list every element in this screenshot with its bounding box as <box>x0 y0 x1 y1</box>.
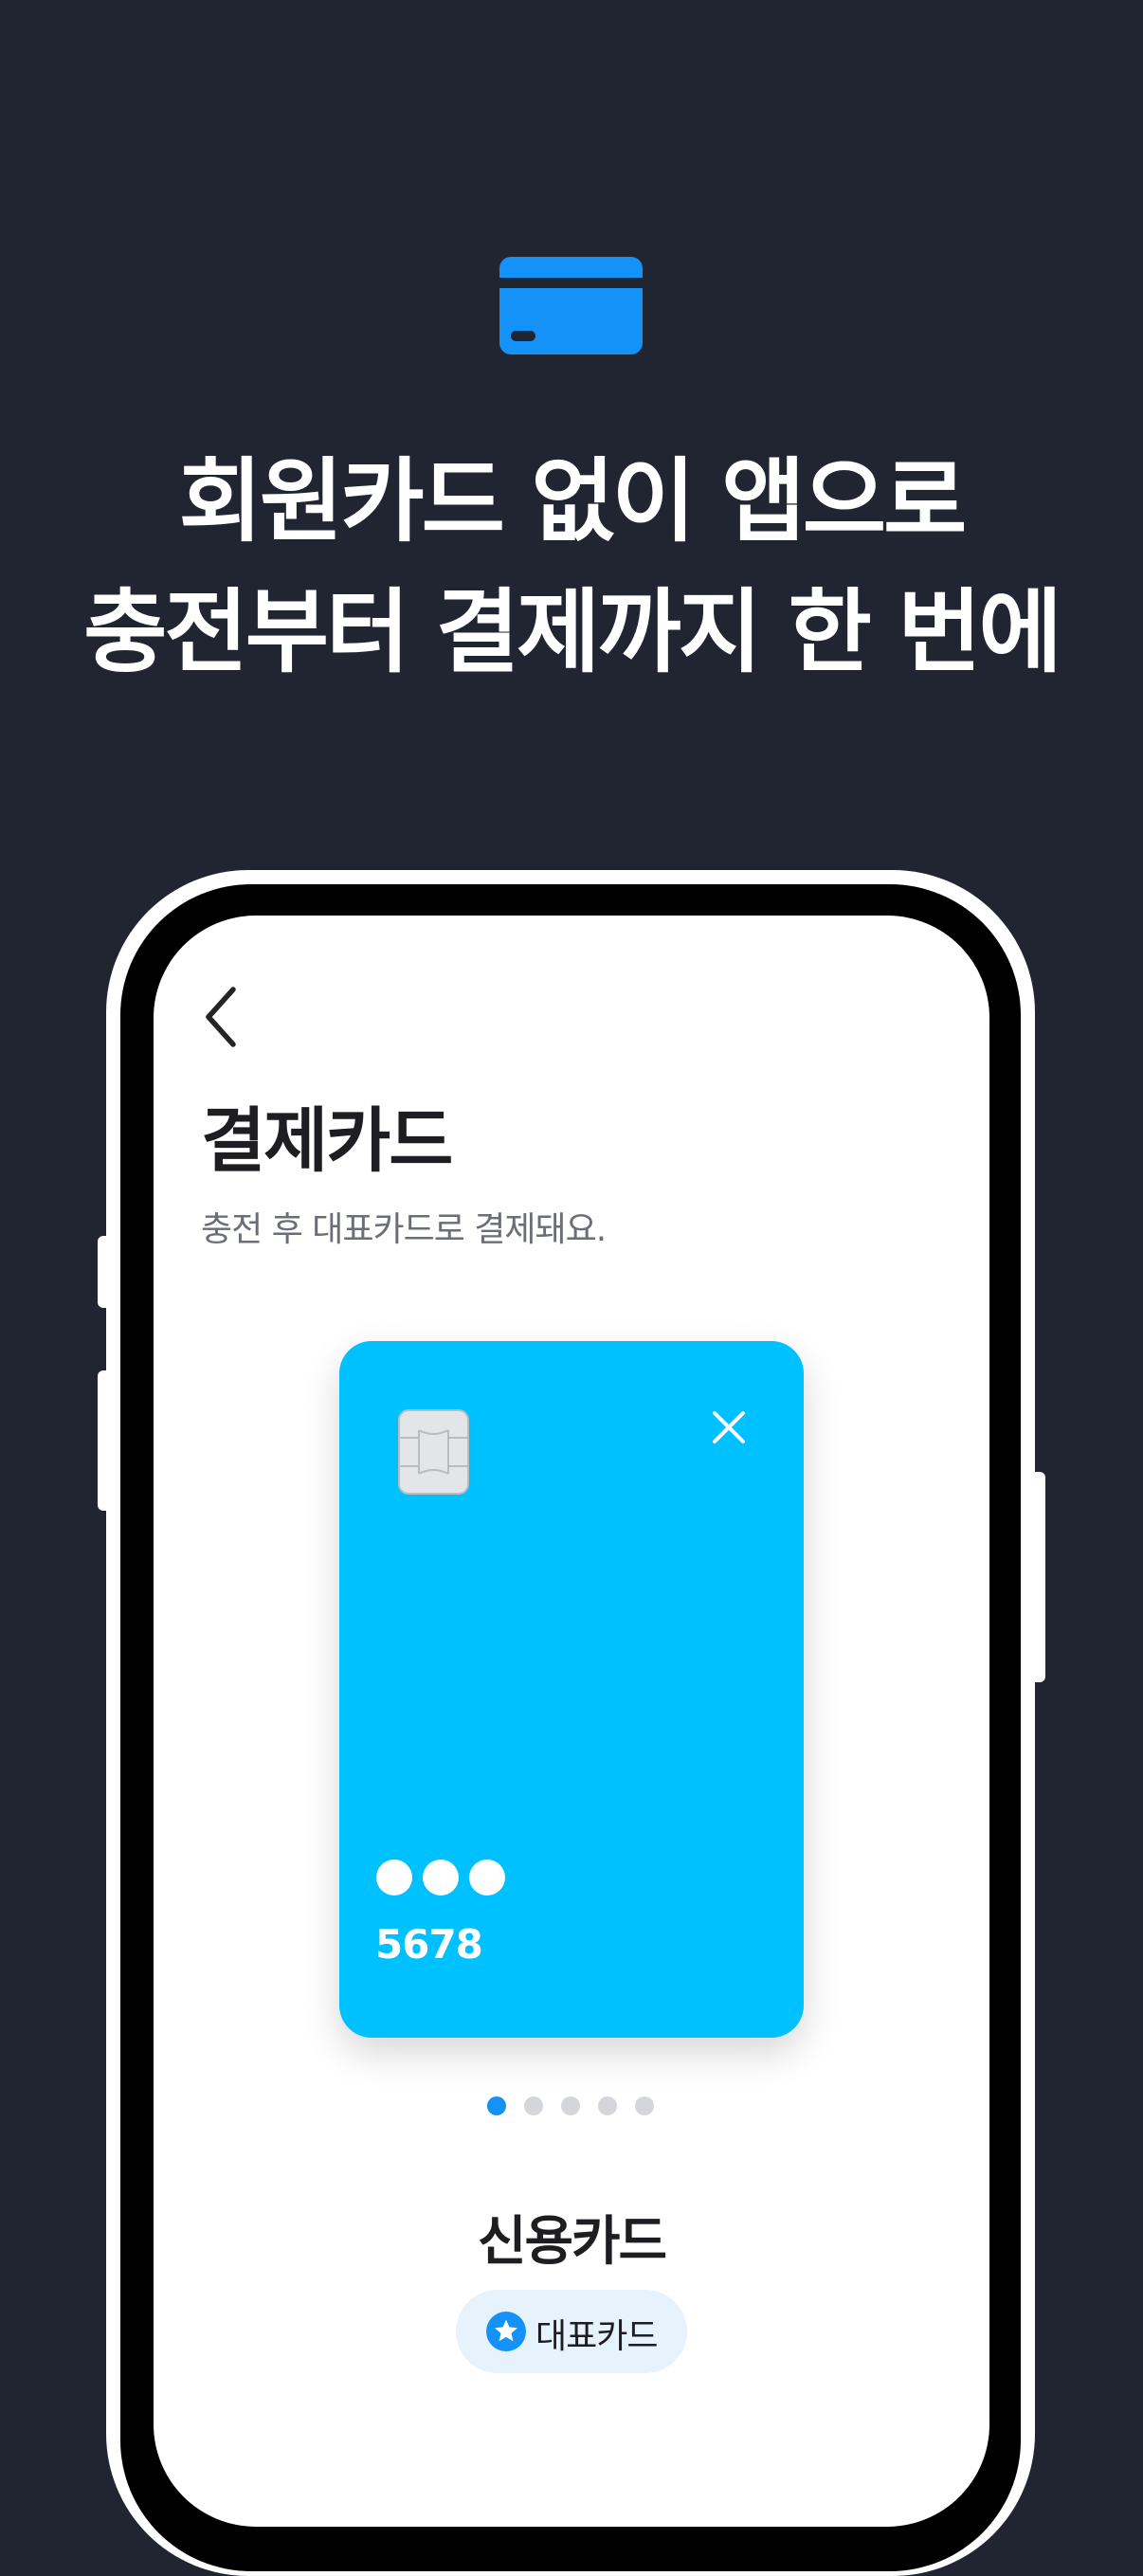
pager-dot-active[interactable] <box>487 2096 506 2115</box>
page-title: 결제카드 <box>201 1100 453 1182</box>
back-button[interactable] <box>199 984 246 1050</box>
pager-dot[interactable] <box>635 2096 654 2115</box>
headline: 회원카드 없이 앱으로 충전부터 결제까지 한 번에 <box>0 436 1143 698</box>
representative-card-badge: 대표카드 <box>456 2290 687 2373</box>
card-last-digits: 5678 <box>375 1921 483 1968</box>
card-type-label: 신용카드 <box>477 2211 667 2273</box>
close-icon <box>713 1411 745 1443</box>
chevron-left-icon <box>206 987 236 1047</box>
pager-dot[interactable] <box>524 2096 543 2115</box>
phone-screen: 결제카드 충전 후 대표카드로 결제돼요. 5678 신용카드 대표카드 <box>154 916 989 2527</box>
credit-card-icon <box>499 257 643 354</box>
headline-line-2: 충전부터 결제까지 한 번에 <box>83 579 1062 685</box>
pager-dot[interactable] <box>598 2096 617 2115</box>
pager-dot[interactable] <box>561 2096 580 2115</box>
badge-label: 대표카드 <box>535 2317 658 2356</box>
card-pager[interactable] <box>485 2095 656 2117</box>
card-chip-icon <box>398 1409 469 1495</box>
card-masked-digits <box>376 1859 505 1896</box>
headline-line-1: 회원카드 없이 앱으로 <box>178 448 968 554</box>
page-subtitle: 충전 후 대표카드로 결제돼요. <box>201 1210 607 1249</box>
star-icon <box>486 2312 526 2351</box>
payment-card[interactable]: 5678 <box>339 1341 804 2038</box>
card-remove-button[interactable] <box>709 1407 749 1447</box>
